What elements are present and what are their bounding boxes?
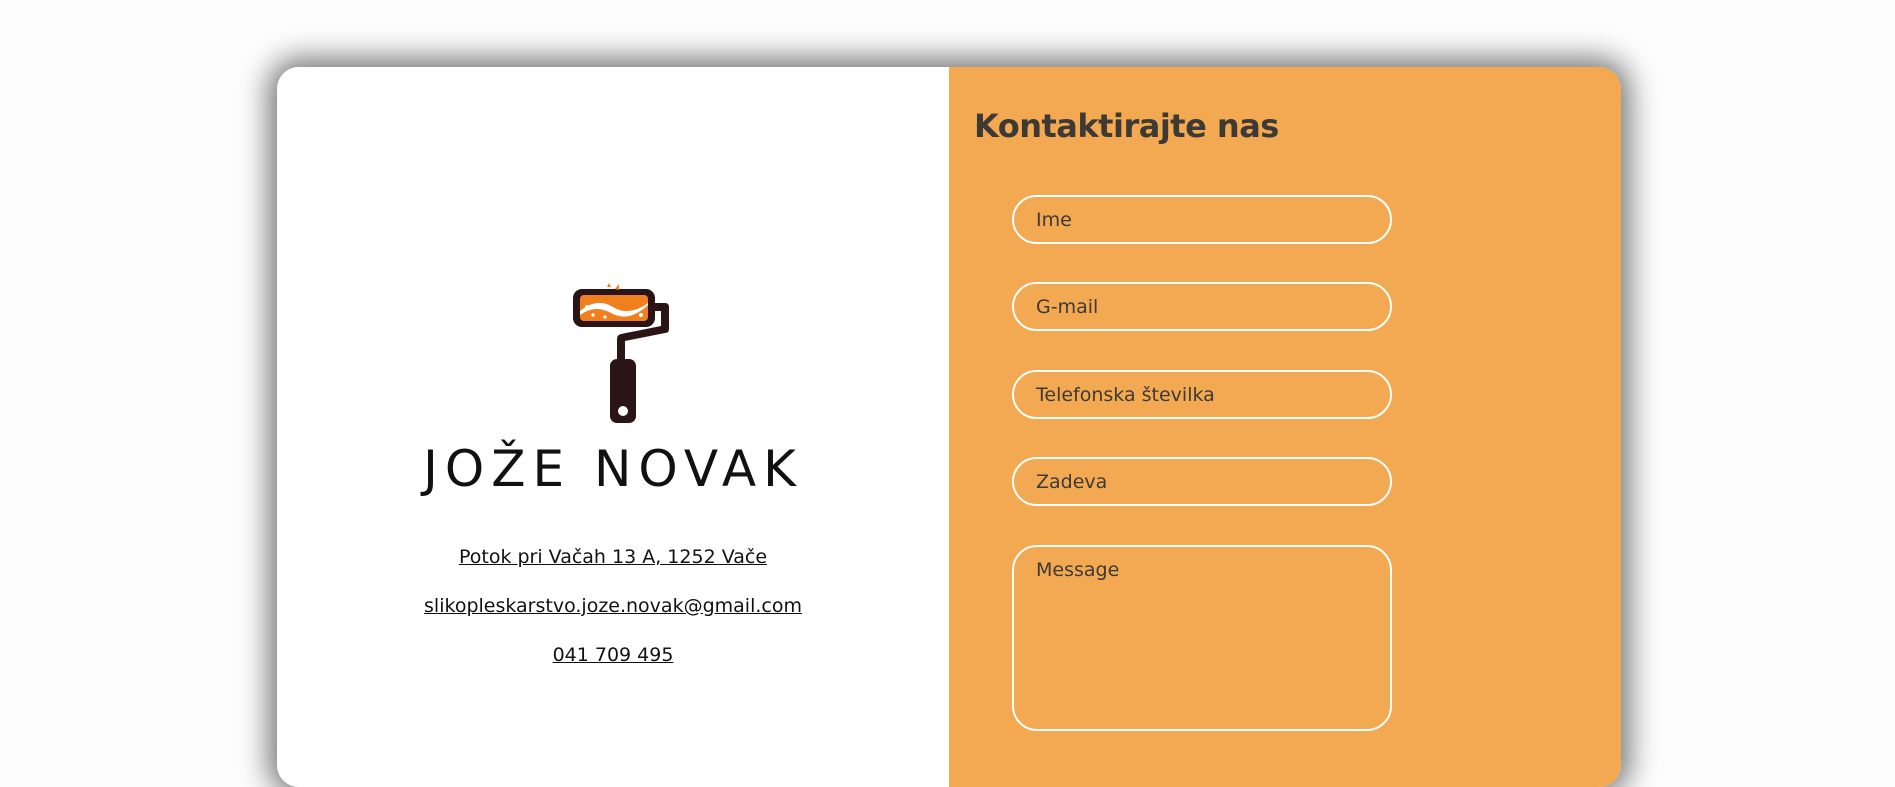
- name-input[interactable]: [1012, 195, 1392, 244]
- paint-roller-icon: [573, 283, 669, 423]
- contact-form-panel: Kontaktirajte nas: [949, 67, 1621, 787]
- brand-panel: JOŽE NOVAK Potok pri Vačah 13 A, 1252 Va…: [277, 67, 949, 787]
- subject-input[interactable]: [1012, 457, 1392, 506]
- email-input[interactable]: [1012, 282, 1392, 331]
- phone-input[interactable]: [1012, 370, 1392, 419]
- brand-name: JOŽE NOVAK: [423, 440, 803, 498]
- address-link[interactable]: Potok pri Vačah 13 A, 1252 Vače: [277, 545, 949, 569]
- contact-card: JOŽE NOVAK Potok pri Vačah 13 A, 1252 Va…: [277, 67, 1621, 787]
- form-title: Kontaktirajte nas: [974, 107, 1279, 145]
- contact-info: Potok pri Vačah 13 A, 1252 Vače slikople…: [277, 545, 949, 692]
- logo: JOŽE NOVAK: [277, 283, 949, 497]
- phone-link[interactable]: 041 709 495: [277, 643, 949, 667]
- email-link[interactable]: slikopleskarstvo.joze.novak@gmail.com: [277, 594, 949, 618]
- message-textarea[interactable]: [1012, 545, 1392, 731]
